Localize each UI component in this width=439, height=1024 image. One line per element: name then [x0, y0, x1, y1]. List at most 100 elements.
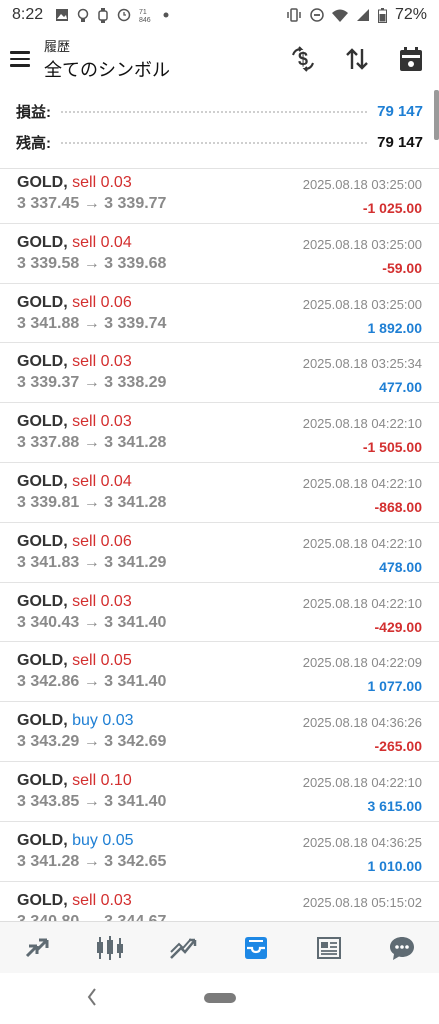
trade-row[interactable]: GOLD, sell 0.06 3 341.88 → 3 339.74 2025.0…	[0, 284, 439, 344]
trade-time: 2025.08.18 04:22:10	[302, 535, 422, 551]
sort-button[interactable]	[343, 45, 371, 73]
svg-text:846: 846	[139, 17, 151, 23]
trade-time: 2025.08.18 04:22:10	[302, 416, 422, 432]
trade-symbol: GOLD,	[17, 831, 68, 849]
trade-symbol: GOLD,	[17, 353, 68, 371]
trade-profit: -868.00	[374, 498, 422, 515]
status-icons-left: 71 846	[55, 7, 169, 23]
trade-prices: 3 341.83 → 3 341.29	[17, 553, 167, 571]
calendar-icon	[400, 47, 422, 71]
nav-news[interactable]	[307, 926, 351, 970]
nav-quotes[interactable]	[15, 926, 59, 970]
trade-row[interactable]: GOLD, sell 0.04 3 339.81 → 3 341.28 2025.0…	[0, 463, 439, 523]
nav-chart[interactable]	[88, 926, 132, 970]
back-icon[interactable]	[84, 985, 100, 1009]
trade-time: 2025.08.18 03:25:00	[302, 296, 422, 312]
trade-symbol: GOLD,	[17, 771, 68, 789]
vibrate-icon	[287, 8, 301, 22]
signal-icon	[356, 9, 369, 21]
calendar-button[interactable]	[397, 45, 425, 73]
page-title[interactable]: 全てのシンボル	[44, 56, 170, 82]
trade-row[interactable]: GOLD, sell 0.03 3 337.88 → 3 341.28 2025.0…	[0, 403, 439, 463]
trade-symbol: GOLD,	[17, 413, 68, 431]
clock-icon	[117, 8, 131, 22]
currency-exchange-icon: $	[292, 46, 314, 72]
sort-icon	[346, 48, 368, 70]
trade-symbol: GOLD,	[17, 712, 68, 730]
balance-label: 残高:	[16, 135, 51, 152]
watch-icon	[98, 7, 108, 23]
trade-row[interactable]: GOLD, buy 0.03 3 343.29 → 3 342.69 2025.08…	[0, 702, 439, 762]
app-bar: 履歴 全てのシンボル $	[0, 30, 439, 88]
image-icon	[56, 9, 69, 21]
trade-symbol: GOLD,	[17, 472, 68, 490]
trade-list[interactable]: GOLD, sell 0.03 3 337.45 → 3 339.77 2025.0…	[0, 164, 439, 921]
trade-row[interactable]: GOLD, sell 0.10 3 343.85 → 3 341.40 2025.0…	[0, 762, 439, 822]
trade-row[interactable]: GOLD, sell 0.04 3 339.58 → 3 339.68 2025.0…	[0, 224, 439, 284]
trade-symbol: GOLD,	[17, 233, 68, 251]
trade-symbol: GOLD,	[17, 532, 68, 550]
dot-icon	[163, 12, 169, 18]
trade-profit: -265.00	[374, 738, 422, 755]
history-summary: 損益: 79 147 残高: 79 147	[0, 88, 439, 169]
trade-row[interactable]: GOLD, sell 0.06 3 341.83 → 3 341.29 2025.0…	[0, 523, 439, 583]
quotes-icon	[25, 938, 49, 957]
trade-row[interactable]: GOLD, buy 0.05 3 341.28 → 3 342.65 2025.08…	[0, 822, 439, 882]
trade-side: sell 0.06	[72, 293, 132, 311]
trade-prices: 3 339.58 → 3 339.68	[17, 254, 167, 272]
status-icons-right: 72%	[286, 6, 427, 24]
battery-percent: 72%	[394, 6, 427, 23]
trade-time: 2025.08.18 03:25:00	[302, 236, 422, 252]
currency-exchange-button[interactable]: $	[289, 45, 317, 73]
trade-profit: 1 010.00	[367, 857, 423, 874]
bottom-nav	[0, 921, 439, 973]
trade-row[interactable]: GOLD, sell 0.03 3 337.45 → 3 339.77 2025.0…	[0, 164, 439, 224]
trade-time: 2025.08.18 05:15:02	[302, 894, 422, 910]
header-titles: 履歴 全てのシンボル	[44, 36, 170, 82]
trade-symbol: GOLD,	[17, 293, 68, 311]
trade-row[interactable]: GOLD, sell 0.033 340.80 → 3 344.672025.0…	[0, 882, 439, 921]
balance-value: 79 147	[377, 134, 423, 151]
trade-time: 2025.08.18 04:36:26	[302, 715, 422, 731]
trade-prices: 3 340.43 → 3 341.40	[17, 613, 167, 631]
dnd-icon	[310, 8, 324, 22]
trade-symbol: GOLD,	[17, 891, 68, 909]
news-icon	[317, 936, 342, 959]
system-nav-bar	[0, 973, 439, 1024]
trade-time: 2025.08.18 03:25:34	[302, 356, 422, 372]
trade-time: 2025.08.18 04:22:10	[302, 475, 422, 491]
profit-value: 79 147	[377, 103, 423, 120]
trade-time: 2025.08.18 04:22:10	[302, 774, 422, 790]
svg-text:71: 71	[139, 9, 147, 16]
trade-row[interactable]: GOLD, sell 0.03 3 340.43 → 3 341.40 2025.0…	[0, 583, 439, 643]
ticker-icon: 71846	[139, 9, 151, 23]
trade-row[interactable]: GOLD, sell 0.05 3 342.86 → 3 341.40 2025.0…	[0, 642, 439, 703]
scrollbar[interactable]	[434, 90, 439, 140]
menu-icon[interactable]	[10, 47, 34, 71]
trade-profit: -429.00	[374, 618, 422, 635]
chart-icon	[96, 935, 123, 960]
trade-profit: 478.00	[379, 558, 422, 575]
app-bar-actions: $	[289, 45, 429, 73]
trade-icon	[170, 937, 197, 959]
trade-prices: 3 339.81 → 3 341.28	[17, 493, 167, 511]
trade-side: sell 0.03	[72, 413, 132, 431]
status-bar: 8:22 71 846 72%	[0, 0, 439, 30]
trade-row[interactable]: GOLD, sell 0.03 3 339.37 → 3 338.29 2025.0…	[0, 343, 439, 404]
trade-symbol: GOLD,	[17, 174, 68, 191]
nav-messages[interactable]	[380, 926, 424, 970]
trade-profit: -1 505.00	[362, 439, 422, 456]
trade-time: 2025.08.18 04:22:09	[302, 655, 422, 671]
nav-trade[interactable]	[161, 926, 205, 970]
trade-time: 2025.08.18 04:36:25	[302, 834, 422, 850]
trade-profit: 3 615.00	[367, 797, 423, 814]
trade-prices: 3 343.29 → 3 342.69	[17, 733, 167, 751]
trade-side: sell 0.03	[72, 891, 132, 909]
balance-row: 残高: 79 147	[16, 127, 423, 158]
trade-side: buy 0.03	[72, 712, 134, 730]
trade-time: 2025.08.18 03:25:00	[302, 177, 422, 192]
home-pill[interactable]	[204, 993, 236, 1003]
nav-history[interactable]	[234, 926, 278, 970]
trade-side: sell 0.04	[72, 472, 132, 490]
trade-side: sell 0.06	[72, 532, 132, 550]
